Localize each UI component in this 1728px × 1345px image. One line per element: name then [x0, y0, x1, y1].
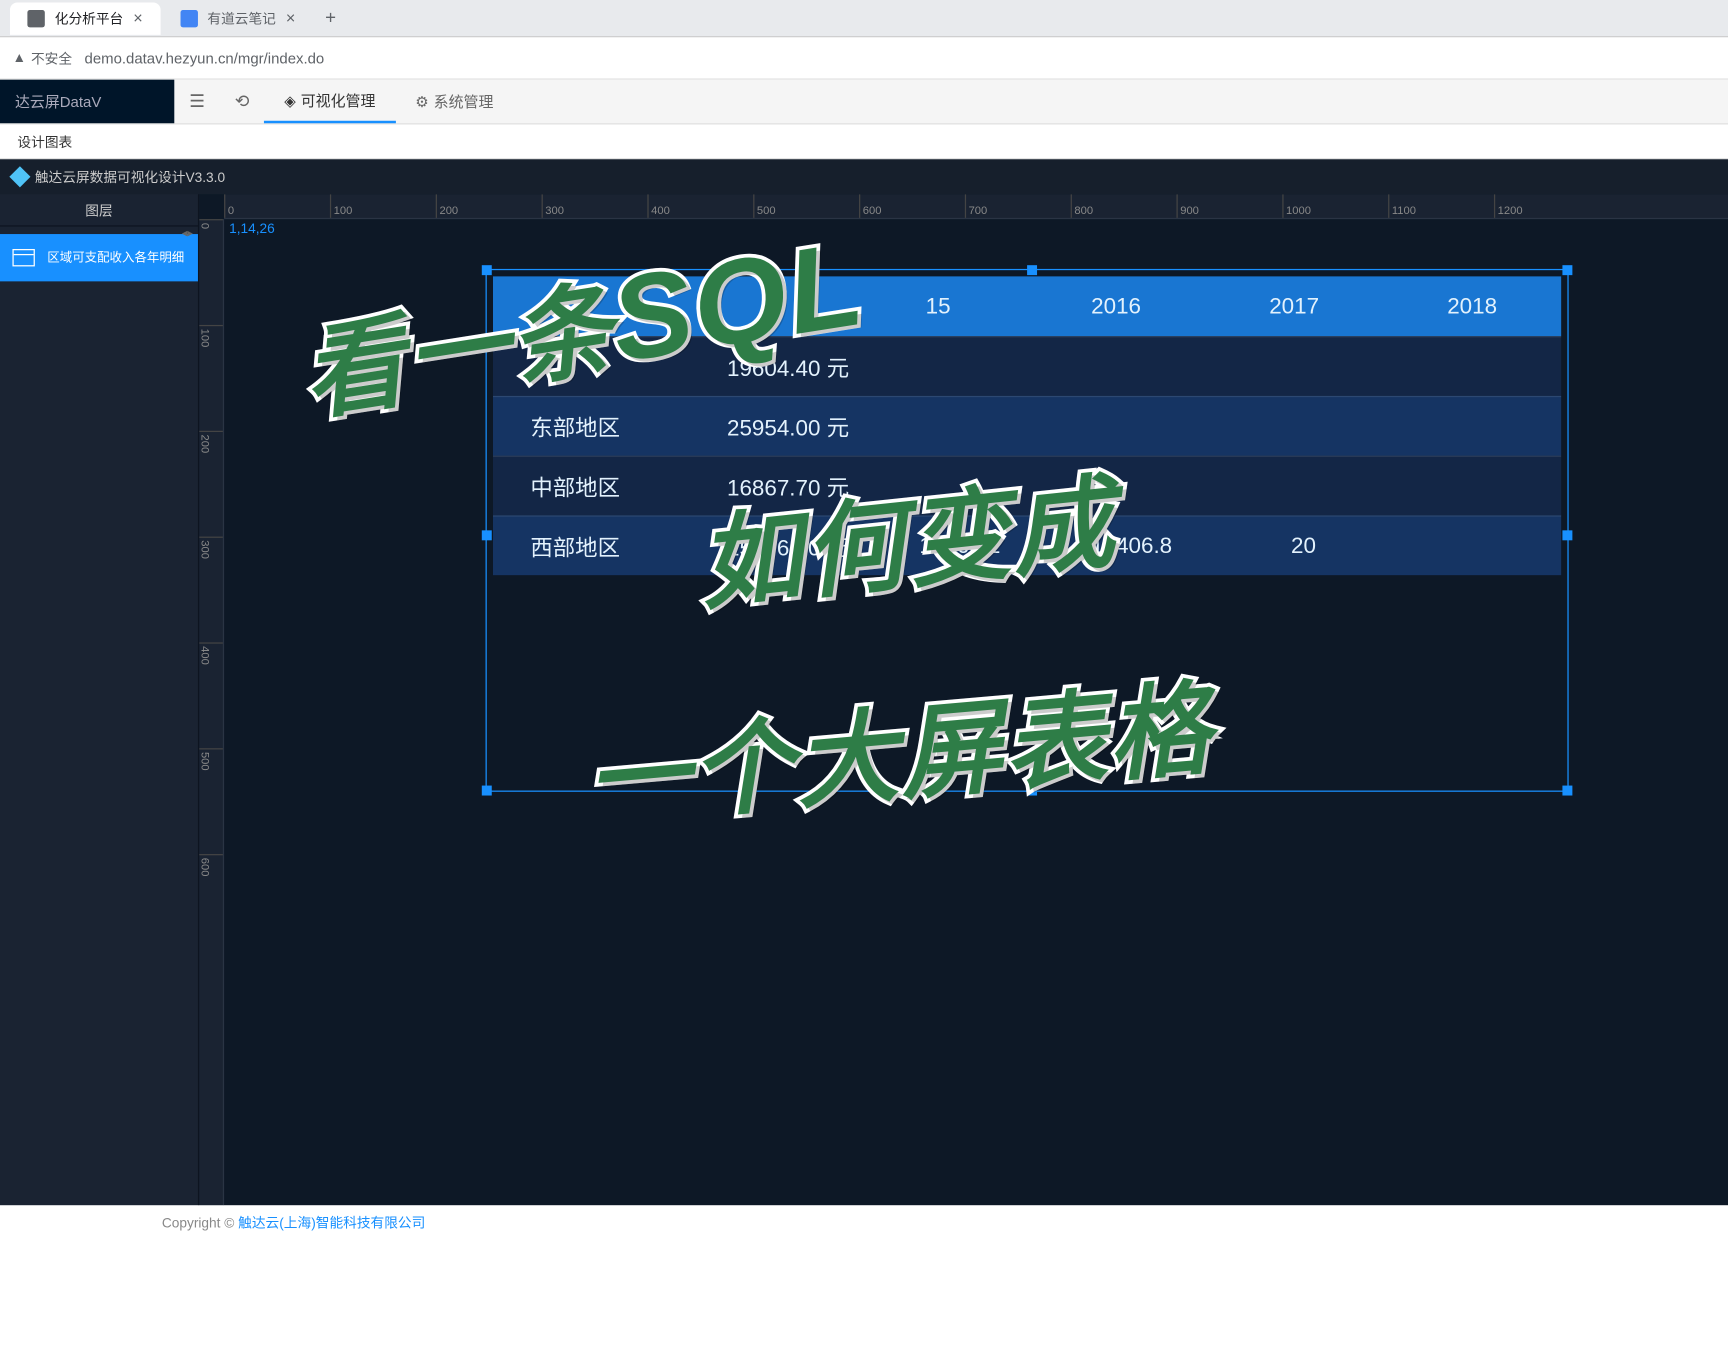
favicon-icon — [27, 9, 44, 26]
close-icon[interactable]: × — [133, 9, 142, 28]
ruler-vertical: 0 100 200 300 400 500 600 — [199, 219, 224, 1205]
collapse-icon[interactable]: ◂▸ — [182, 227, 193, 234]
tab-title: 化分析平台 — [55, 8, 123, 28]
layer-name: 区域可支配收入各年明细 — [47, 250, 184, 266]
version-text: 触达云屏数据可视化设计V3.3.0 — [35, 167, 225, 187]
coord-readout: 1,14,26 — [229, 222, 275, 237]
footer: Copyright © 触达云(上海)智能科技有限公司 — [0, 1205, 1728, 1242]
tab-title: 有道云笔记 — [207, 8, 275, 28]
nav-visual-manage[interactable]: ◈ 可视化管理 — [264, 80, 395, 124]
designer-toolbar: 触达云屏数据可视化设计V3.3.0 📄 📷 👁 🖥 ⬇ ‹ › 💾 ⚙ — [0, 159, 1728, 194]
table-icon — [12, 249, 34, 266]
sub-header: 设计图表 — ▢ × — [0, 124, 1728, 159]
close-icon[interactable]: × — [286, 9, 295, 28]
gear-icon: ⚙ — [415, 93, 428, 110]
refresh-button[interactable]: ⟲ — [220, 80, 264, 124]
url-text[interactable]: demo.datav.hezyun.cn/mgr/index.do — [85, 49, 1728, 66]
ruler-horizontal: 0 100 200 300 400 500 600 700 800 900 10… — [224, 194, 1728, 219]
layers-panel: 图层 ◂▸ 区域可支配收入各年明细 — [0, 194, 199, 1205]
menu-toggle-button[interactable]: ☰ — [174, 80, 220, 124]
layers-title: 图层 — [0, 194, 198, 226]
browser-tab-0[interactable]: 化分析平台 × — [10, 2, 160, 34]
app-nav: 达云屏DataV ☰ ⟲ ◈ 可视化管理 ⚙ 系统管理 ◇ ⛶ 触达 — [0, 80, 1728, 125]
address-bar: ▲ 不安全 demo.datav.hezyun.cn/mgr/index.do … — [0, 37, 1728, 79]
new-tab-button[interactable]: + — [315, 7, 346, 28]
app-brand: 达云屏DataV — [0, 80, 174, 124]
app-logo-icon — [9, 166, 30, 187]
browser-tabs: 化分析平台 × 有道云笔记 × + — [0, 0, 1728, 37]
nav-system-manage[interactable]: ⚙ 系统管理 — [395, 80, 513, 124]
browser-tab-1[interactable]: 有道云笔记 × — [163, 2, 313, 34]
favicon-icon — [180, 9, 197, 26]
warning-icon: ▲ — [12, 50, 26, 65]
gear-icon: ◈ — [284, 92, 295, 109]
footer-link[interactable]: 触达云(上海)智能科技有限公司 — [238, 1216, 425, 1231]
security-warning[interactable]: ▲ 不安全 — [12, 48, 72, 68]
layer-item[interactable]: 区域可支配收入各年明细 — [0, 234, 198, 281]
page-title: 设计图表 — [17, 131, 72, 151]
